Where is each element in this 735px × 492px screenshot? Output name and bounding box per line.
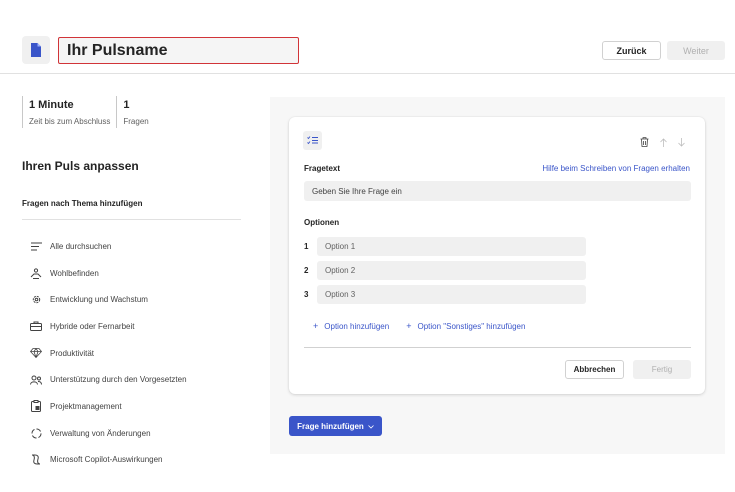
option-row: 1 Option 1 — [304, 237, 594, 256]
topic-section-title: Fragen nach Thema hinzufügen — [22, 199, 143, 208]
checklist-icon[interactable] — [303, 131, 322, 150]
gear-icon — [30, 294, 42, 306]
option-input[interactable]: Option 1 — [317, 237, 586, 256]
add-option-button[interactable]: + Option hinzufügen — [313, 321, 389, 331]
copilot-icon — [30, 454, 42, 466]
list-icon — [30, 240, 42, 252]
topic-label: Entwicklung und Wachstum — [50, 295, 148, 305]
add-question-button[interactable]: Frage hinzufügen — [289, 416, 382, 436]
topic-item-hybrid[interactable]: Hybride oder Fernarbeit — [22, 313, 242, 340]
question-text-label: Fragetext — [304, 164, 341, 173]
topic-item-change-management[interactable]: Verwaltung von Änderungen — [22, 420, 242, 447]
topic-item-project-management[interactable]: Projektmanagement — [22, 393, 242, 420]
plus-icon: + — [313, 321, 319, 331]
stat-duration: 1 Minute Zeit bis zum Abschluss — [22, 96, 110, 128]
stat-duration-value: 1 Minute — [29, 99, 74, 111]
option-row: 2 Option 2 — [304, 261, 594, 280]
topic-label: Produktivität — [50, 348, 95, 358]
divider — [22, 219, 241, 220]
help-writing-link[interactable]: Hilfe beim Schreiben von Fragen erhalten — [542, 164, 690, 173]
delete-icon[interactable] — [640, 134, 649, 152]
add-option-label: Option hinzufügen — [324, 322, 390, 331]
option-number: 2 — [304, 266, 309, 275]
cancel-button[interactable]: Abbrechen — [565, 360, 624, 379]
chevron-down-icon — [368, 422, 374, 431]
back-button[interactable]: Zurück — [602, 41, 661, 60]
relax-icon — [30, 267, 42, 279]
stat-questions: 1 Fragen — [116, 96, 149, 128]
topic-label: Alle durchsuchen — [50, 241, 112, 251]
diamond-icon — [30, 347, 42, 359]
topic-item-productivity[interactable]: Produktivität — [22, 340, 242, 367]
plus-icon: + — [406, 321, 412, 331]
stat-questions-value: 1 — [123, 99, 130, 111]
next-button[interactable]: Weiter — [667, 41, 725, 60]
option-number: 3 — [304, 290, 309, 299]
topic-item-browse-all[interactable]: Alle durchsuchen — [22, 233, 242, 260]
done-button[interactable]: Fertig — [633, 360, 691, 379]
pulse-stats: 1 Minute Zeit bis zum Abschluss 1 Fragen — [22, 96, 149, 128]
pulse-name-input[interactable]: Ihr Pulsname — [58, 37, 299, 64]
stat-questions-label: Fragen — [123, 117, 149, 126]
cycle-icon — [30, 427, 42, 439]
briefcase-icon — [30, 320, 42, 332]
options-label: Optionen — [304, 218, 340, 227]
topic-label: Unterstützung durch den Vorgesetzten — [50, 375, 187, 385]
add-question-label: Frage hinzufügen — [297, 421, 364, 431]
topic-label: Microsoft Copilot-Auswirkungen — [50, 455, 163, 465]
option-number: 1 — [304, 242, 309, 251]
topic-item-copilot[interactable]: Microsoft Copilot-Auswirkungen — [22, 447, 242, 474]
header-bar: Ihr Pulsname Zurück Weiter — [0, 0, 735, 74]
topic-label: Verwaltung von Änderungen — [50, 428, 151, 438]
topic-label: Projektmanagement — [50, 401, 122, 411]
topic-item-manager-support[interactable]: Unterstützung durch den Vorgesetzten — [22, 366, 242, 393]
move-up-icon[interactable] — [660, 134, 667, 152]
move-down-icon[interactable] — [678, 134, 685, 152]
topic-list: Alle durchsuchen Wohlbefinden Entwicklun… — [22, 233, 242, 473]
people-icon — [30, 374, 42, 386]
document-icon — [22, 36, 50, 64]
topic-item-wellbeing[interactable]: Wohlbefinden — [22, 260, 242, 287]
topic-label: Hybride oder Fernarbeit — [50, 321, 135, 331]
divider — [304, 347, 691, 348]
option-input[interactable]: Option 2 — [317, 261, 586, 280]
topic-item-development[interactable]: Entwicklung und Wachstum — [22, 286, 242, 313]
topic-label: Wohlbefinden — [50, 268, 99, 278]
stat-duration-label: Zeit bis zum Abschluss — [29, 117, 111, 126]
add-option-links: + Option hinzufügen + Option "Sonstiges" h… — [313, 321, 525, 331]
clipboard-icon — [30, 400, 42, 413]
question-card: Fragetext Hilfe beim Schreiben von Frage… — [289, 117, 705, 394]
question-text-input[interactable]: Geben Sie Ihre Frage ein — [304, 181, 691, 201]
customize-title: Ihren Puls anpassen — [22, 159, 139, 173]
add-other-option-button[interactable]: + Option "Sonstiges" hinzufügen — [406, 321, 525, 331]
option-input[interactable]: Option 3 — [317, 285, 586, 304]
option-row: 3 Option 3 — [304, 285, 594, 304]
add-other-option-label: Option "Sonstiges" hinzufügen — [417, 322, 526, 331]
card-toolbar — [640, 134, 685, 152]
